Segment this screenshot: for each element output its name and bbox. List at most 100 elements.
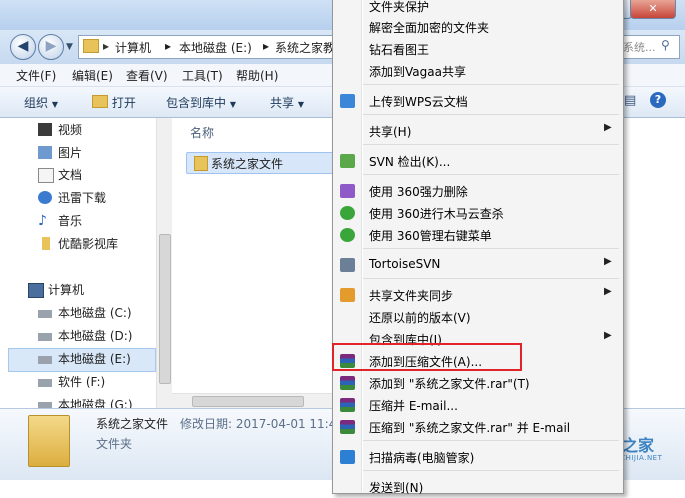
nav-scrollbar-thumb[interactable] <box>159 234 171 384</box>
include-library-button[interactable]: 包含到库中 ▼ <box>166 94 236 111</box>
menu-item-diamond-viewer[interactable]: 钻石看图王 <box>333 38 623 60</box>
nav-item-drive-d[interactable]: 本地磁盘 (D:) <box>38 326 133 346</box>
breadcrumb-drive-e[interactable]: 本地磁盘 (E:) <box>179 39 252 56</box>
menu-file[interactable]: 文件(F) <box>16 67 56 84</box>
content-scrollbar-thumb[interactable] <box>192 396 304 407</box>
share-button[interactable]: 共享 ▼ <box>270 94 304 111</box>
menu-separator <box>363 440 619 441</box>
breadcrumb-separator-icon: ▸ <box>263 39 270 53</box>
breadcrumb-folder[interactable]: 系统之家教 <box>275 39 335 56</box>
file-list: 名称 系统之家文件 <box>172 118 336 408</box>
nav-item-videos[interactable]: 视频 <box>38 120 82 140</box>
details-modified: 修改日期: 2017-04-01 11:46 <box>180 417 344 431</box>
nav-item-drive-f[interactable]: 软件 (F:) <box>38 372 105 392</box>
menu-item-restore-versions[interactable]: 还原以前的版本(V) <box>333 306 623 328</box>
nav-item-computer[interactable]: 计算机 <box>28 280 85 300</box>
menu-item-share[interactable]: 共享(H) ▶ <box>333 120 623 142</box>
address-box[interactable]: ▸ 计算机 ▸ 本地磁盘 (E:) ▸ 系统之家教 <box>78 35 342 59</box>
nav-item-drive-c[interactable]: 本地磁盘 (C:) <box>38 303 132 323</box>
menu-item-wps-upload[interactable]: 上传到WPS云文档 <box>333 90 623 112</box>
menu-item-folder-protect[interactable]: 文件夹保护 <box>333 0 623 17</box>
nav-label: 迅雷下载 <box>58 191 107 205</box>
menu-item-360-scan[interactable]: 使用 360进行木马云查杀 <box>333 202 623 224</box>
drive-icon <box>38 356 52 364</box>
back-button[interactable]: ◀ <box>10 34 36 60</box>
menu-item-label: SVN 检出(K)... <box>369 155 451 169</box>
thunder-icon <box>38 191 52 204</box>
menu-item-decrypt[interactable]: 解密全面加密的文件夹 <box>333 16 623 38</box>
menu-item-svn-checkout[interactable]: SVN 检出(K)... <box>333 150 623 172</box>
menu-separator <box>363 144 619 145</box>
list-item-folder[interactable]: 系统之家文件 <box>186 152 336 174</box>
menu-item-label: 添加到 "系统之家文件.rar"(T) <box>369 377 530 391</box>
context-menu: 文件夹保护 解密全面加密的文件夹 钻石看图王 添加到Vagaa共享 上传到WPS… <box>332 0 624 495</box>
forward-button[interactable]: ▶ <box>38 34 64 60</box>
menu-item-360-delete[interactable]: 使用 360强力删除 <box>333 180 623 202</box>
nav-label: 本地磁盘 (D:) <box>58 329 133 343</box>
recent-pages-dropdown[interactable]: ▼ <box>66 42 73 52</box>
breadcrumb-separator-icon: ▸ <box>165 39 172 53</box>
menu-edit[interactable]: 编辑(E) <box>72 67 113 84</box>
nav-label: 图片 <box>58 146 83 160</box>
nav-label: 本地磁盘 (E:) <box>58 352 131 366</box>
menu-item-folder-sync[interactable]: 共享文件夹同步 ▶ <box>333 284 623 306</box>
submenu-arrow-icon: ▶ <box>604 330 612 341</box>
open-button[interactable]: 打开 <box>92 94 136 111</box>
menu-tools[interactable]: 工具(T) <box>182 67 223 84</box>
view-options-icon[interactable]: ▤ <box>624 93 636 108</box>
content-horizontal-scrollbar[interactable] <box>172 393 334 409</box>
drive-icon <box>38 379 52 387</box>
nav-scrollbar[interactable] <box>156 118 172 408</box>
search-icon[interactable]: ⚲ <box>661 38 670 52</box>
nav-label: 计算机 <box>48 283 85 297</box>
winrar-icon <box>340 376 355 390</box>
menu-item-label: 钻石看图王 <box>369 43 430 57</box>
shield-icon <box>340 450 355 464</box>
menu-item-label: 共享文件夹同步 <box>369 289 454 303</box>
organize-button[interactable]: 组织 ▼ <box>24 94 58 111</box>
breadcrumb-computer[interactable]: 计算机 <box>115 39 151 56</box>
menu-item-scan-virus[interactable]: 扫描病毒(电脑管家) <box>333 446 623 468</box>
nav-item-music[interactable]: ♪ 音乐 <box>38 211 83 231</box>
menu-item-label: 添加到Vagaa共享 <box>369 65 466 79</box>
breadcrumb-separator-icon: ▸ <box>103 39 110 53</box>
360-icon <box>340 206 355 220</box>
nav-item-thunder-downloads[interactable]: 迅雷下载 <box>38 188 107 208</box>
submenu-arrow-icon: ▶ <box>604 122 612 133</box>
column-header-name[interactable]: 名称 <box>190 124 214 141</box>
folder-large-icon <box>28 415 70 467</box>
menu-help[interactable]: 帮助(H) <box>236 67 278 84</box>
menu-separator <box>363 114 619 115</box>
nav-label: 音乐 <box>58 214 83 228</box>
menu-item-tortoisesvn[interactable]: TortoiseSVN ▶ <box>333 254 623 276</box>
organize-label: 组织 <box>24 96 49 110</box>
menu-view[interactable]: 查看(V) <box>126 67 168 84</box>
sync-icon <box>340 288 355 302</box>
nav-item-documents[interactable]: 文档 <box>38 165 82 185</box>
menu-item-send-to[interactable]: 发送到(N) <box>333 476 623 498</box>
menu-item-compress-email[interactable]: 压缩并 E-mail... <box>333 394 623 416</box>
nav-label: 本地磁盘 (C:) <box>58 306 132 320</box>
include-library-label: 包含到库中 <box>166 96 227 110</box>
menu-item-360-manage[interactable]: 使用 360管理右键菜单 <box>333 224 623 246</box>
menu-separator <box>363 470 619 471</box>
winrar-icon <box>340 398 355 412</box>
360-delete-icon <box>340 184 355 198</box>
close-button[interactable]: ✕ <box>630 0 676 19</box>
nav-item-drive-e[interactable]: 本地磁盘 (E:) <box>38 349 131 369</box>
menu-item-add-to-rar[interactable]: 添加到 "系统之家文件.rar"(T) <box>333 372 623 394</box>
menu-separator <box>363 84 619 85</box>
help-icon[interactable]: ? <box>650 92 666 108</box>
details-type: 文件夹 <box>96 437 133 451</box>
menu-item-vagaa-share[interactable]: 添加到Vagaa共享 <box>333 60 623 82</box>
search-placeholder: 系统... <box>623 41 656 54</box>
nav-item-youku[interactable]: 优酷影视库 <box>42 234 118 254</box>
chevron-down-icon: ▼ <box>229 100 236 109</box>
menu-item-compress-rar-email[interactable]: 压缩到 "系统之家文件.rar" 并 E-mail <box>333 416 623 438</box>
menu-separator <box>363 174 619 175</box>
folder-icon <box>83 39 99 53</box>
menu-item-label: 压缩到 "系统之家文件.rar" 并 E-mail <box>369 421 571 435</box>
drive-icon <box>38 310 52 318</box>
menu-item-label: 扫描病毒(电脑管家) <box>369 451 475 465</box>
nav-item-pictures[interactable]: 图片 <box>38 143 83 163</box>
